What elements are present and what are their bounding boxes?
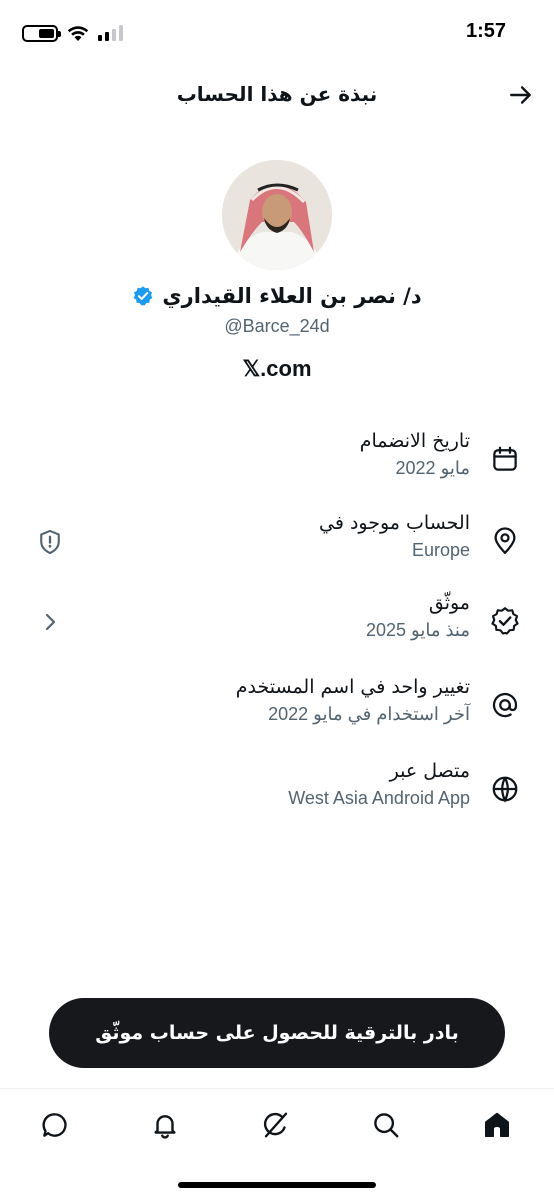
display-name: د/ نصر بن العلاء القيداري: [162, 284, 422, 308]
shield-icon: [40, 529, 60, 555]
calendar-icon: [493, 446, 517, 471]
home-indicator: [178, 1182, 376, 1188]
username-change-value: آخر استخدام في مايو 2022: [268, 704, 470, 724]
verified-since: منذ مايو 2025: [365, 620, 470, 640]
status-icons: [22, 24, 124, 42]
joined-date-title: تاريخ الانضمام: [359, 430, 470, 452]
chevron-right-icon: [45, 613, 56, 631]
page-title: نبذة عن هذا الحساب: [176, 82, 378, 106]
site-label: 𝕏.com: [242, 356, 312, 381]
nav-home[interactable]: [477, 1105, 517, 1145]
avatar[interactable]: [222, 160, 332, 270]
back-button[interactable]: [506, 80, 536, 110]
username-handle: @Barce_24d: [224, 316, 330, 336]
nav-search[interactable]: [366, 1105, 406, 1145]
username-change-row: تغيير واحد في اسم المستخدم آخر استخدام ف…: [0, 676, 554, 740]
battery-icon: [22, 24, 61, 42]
verified-badge-icon: [134, 286, 153, 306]
account-location-value: Europe: [411, 540, 470, 560]
signal-icon: [98, 25, 123, 41]
home-icon: [485, 1112, 509, 1137]
nav-notifications[interactable]: [145, 1105, 185, 1145]
battery-level: [38, 28, 54, 38]
nav-messages[interactable]: [35, 1105, 75, 1145]
upgrade-verified-button[interactable]: بادر بالترقية للحصول على حساب موثّق: [49, 998, 505, 1068]
username-change-title: تغيير واحد في اسم المستخدم: [235, 676, 470, 698]
search-icon: [374, 1113, 399, 1138]
location-pin-icon: [494, 527, 516, 554]
joined-date-row: تاريخ الانضمام مايو 2022: [0, 430, 554, 494]
messages-icon: [42, 1113, 67, 1137]
at-sign-icon: [492, 692, 518, 718]
connected-via-row: متصل عبر West Asia Android App: [0, 760, 554, 824]
account-location-title: الحساب موجود في: [319, 512, 470, 534]
account-location-row: الحساب موجود في Europe: [0, 512, 554, 576]
verified-title: موثّق: [428, 592, 470, 614]
connected-via-title: متصل عبر: [389, 760, 470, 782]
verified-badge-icon: [491, 607, 519, 635]
verified-row[interactable]: موثّق منذ مايو 2025: [0, 592, 554, 656]
name-row: د/ نصر بن العلاء القيداري: [0, 284, 554, 308]
notifications-icon: [154, 1115, 176, 1139]
arrow-right-icon: [510, 86, 531, 104]
status-bar: 1:57: [0, 0, 554, 64]
location-shield-button[interactable]: [36, 528, 64, 556]
avatar-image: [222, 160, 332, 270]
joined-date-value: مايو 2022: [395, 458, 470, 478]
verified-chevron[interactable]: [36, 608, 64, 636]
globe-icon: [492, 776, 518, 803]
wifi-icon: [67, 26, 89, 41]
nav-grok[interactable]: [256, 1105, 296, 1145]
header: نبذة عن هذا الحساب: [0, 64, 554, 124]
connected-via-value: West Asia Android App: [288, 788, 470, 808]
status-time: 1:57: [465, 20, 506, 42]
grok-icon: [263, 1112, 288, 1138]
